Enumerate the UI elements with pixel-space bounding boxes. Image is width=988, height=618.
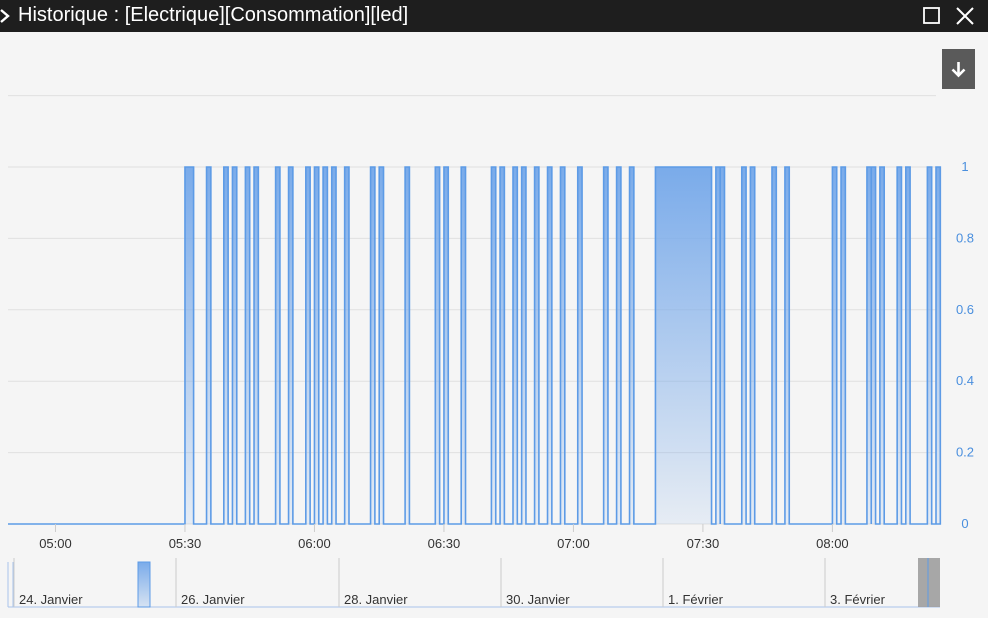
navigator-label-5: 3. Février (830, 592, 886, 607)
close-icon[interactable] (953, 4, 977, 28)
chevron-right-icon[interactable] (0, 8, 12, 24)
navigator-label-1: 26. Janvier (181, 592, 245, 607)
navigator-selection[interactable] (918, 558, 940, 607)
window-title: Historique : [Electrique][Consommation][… (18, 4, 409, 26)
x-tick-label-6: 08:00 (816, 536, 849, 551)
x-tick-label-0: 05:00 (39, 536, 72, 551)
x-tick-label-3: 06:30 (428, 536, 461, 551)
navigator-series-block (137, 561, 151, 608)
y-tick-label-2: 0.4 (956, 373, 974, 388)
y-tick-label-0: 0 (961, 516, 968, 531)
x-tick-label-4: 07:00 (557, 536, 590, 551)
history-chart: 05:00 05:30 06:00 06:30 07:00 07:30 08:00 0 0.2… (7, 95, 974, 608)
grid-lines (8, 95, 936, 525)
maximize-icon[interactable] (920, 4, 944, 28)
x-tick-label-2: 06:00 (298, 536, 331, 551)
y-tick-label-4: 0.8 (956, 230, 974, 245)
y-tick-label-1: 0.2 (956, 445, 974, 460)
window-titlebar: Historique : [Electrique][Consommation][… (0, 0, 988, 32)
series-line (8, 166, 942, 525)
x-axis-ticks: 05:00 05:30 06:00 06:30 07:00 07:30 08:00 (39, 524, 849, 551)
range-navigator[interactable]: 24. Janvier 26. Janvier 28. Janvier 30. Jan… (7, 558, 940, 608)
export-button[interactable] (942, 49, 975, 89)
navigator-label-4: 1. Février (668, 592, 724, 607)
series-fill (8, 167, 941, 524)
navigator-label-2: 28. Janvier (344, 592, 408, 607)
navigator-label-0: 24. Janvier (19, 592, 83, 607)
x-tick-label-1: 05:30 (169, 536, 202, 551)
y-axis-ticks: 0 0.2 0.4 0.6 0.8 1 (956, 159, 974, 531)
series-area (8, 166, 942, 525)
y-tick-label-3: 0.6 (956, 302, 974, 317)
y-tick-label-5: 1 (961, 159, 968, 174)
navigator-label-3: 30. Janvier (506, 592, 570, 607)
download-arrow-icon (951, 62, 966, 78)
x-tick-label-5: 07:30 (687, 536, 720, 551)
